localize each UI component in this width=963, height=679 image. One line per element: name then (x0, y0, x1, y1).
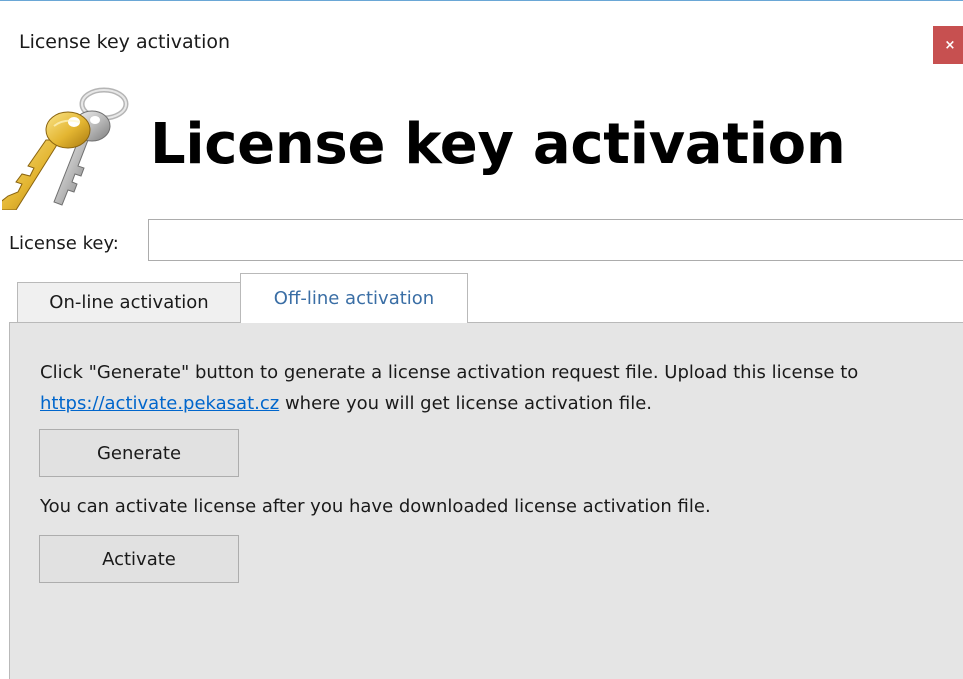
window-title: License key activation (19, 31, 231, 53)
page-heading: License key activation (150, 112, 846, 177)
activate-button[interactable]: Activate (39, 535, 239, 583)
tab-online-activation[interactable]: On-line activation (17, 282, 241, 322)
license-key-label: License key: (9, 233, 119, 254)
tab-offline-activation[interactable]: Off-line activation (240, 273, 468, 323)
close-button[interactable]: × (933, 26, 963, 64)
activate-note: You can activate license after you have … (40, 496, 711, 517)
license-key-input[interactable] (148, 219, 963, 261)
offline-instructions: Click "Generate" button to generate a li… (40, 357, 940, 419)
activation-site-link[interactable]: https://activate.pekasat.cz (40, 393, 279, 414)
instructions-text-after: where you will get license activation fi… (279, 393, 653, 414)
instructions-text-before: Click "Generate" button to generate a li… (40, 362, 859, 383)
keys-icon (2, 87, 129, 210)
license-activation-window: License key activation × License key act… (0, 0, 963, 679)
generate-button[interactable]: Generate (39, 429, 239, 477)
